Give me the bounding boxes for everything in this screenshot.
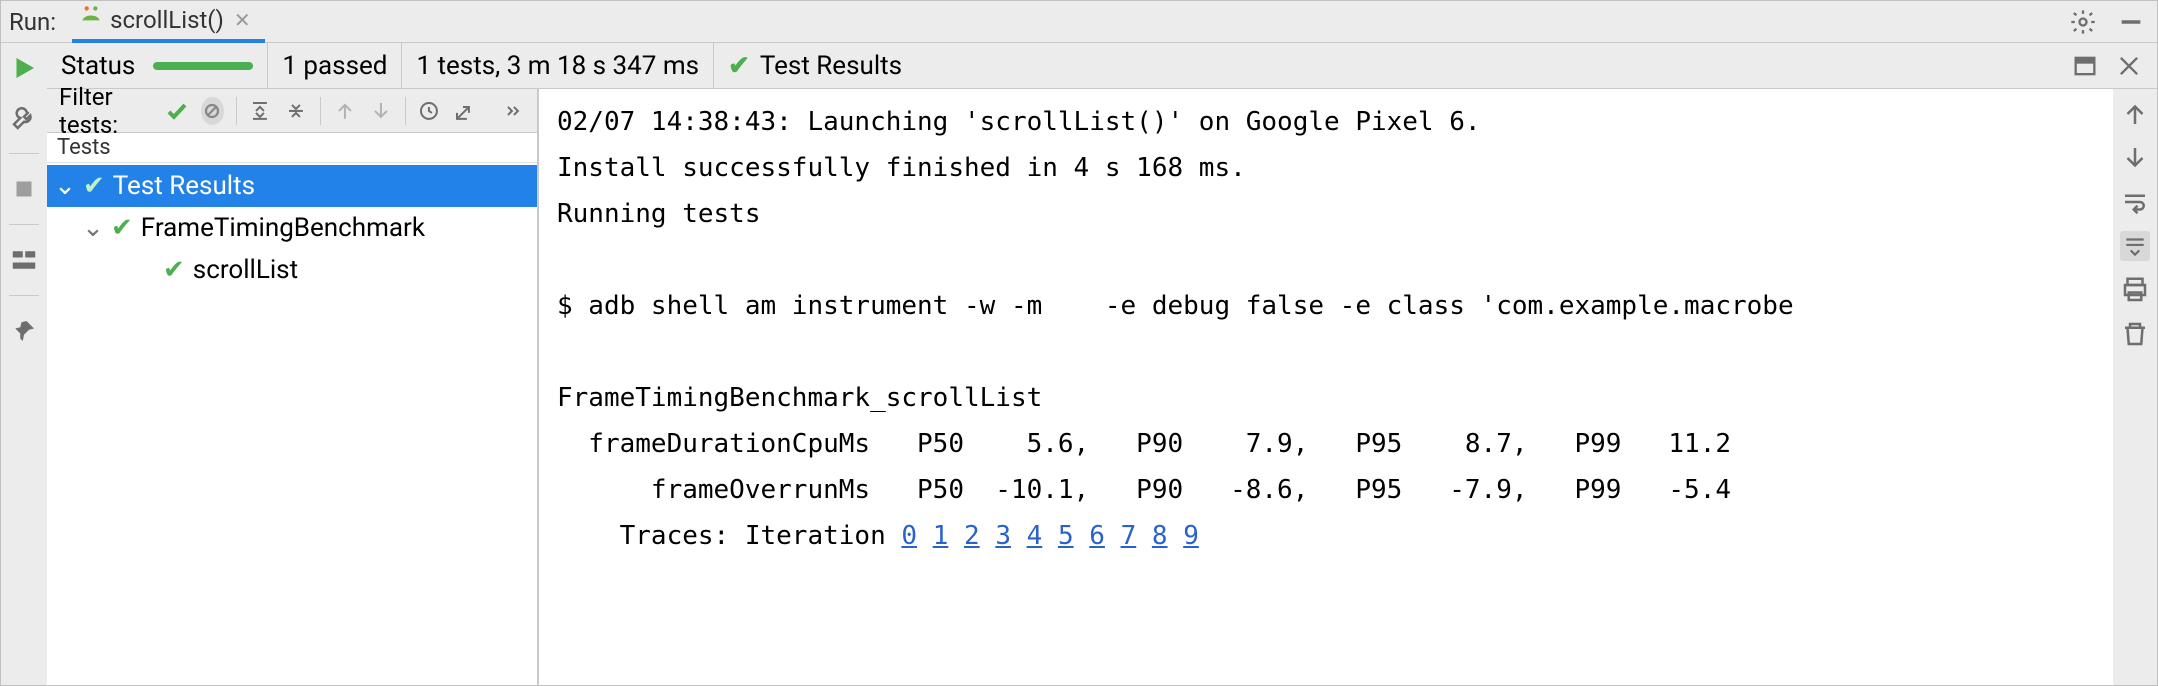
tree-node-label: Test Results [113,171,255,201]
expand-all-icon[interactable] [248,96,272,126]
trace-link[interactable]: 3 [995,521,1011,551]
output-pane: 02/07 14:38:43: Launching 'scrollList()'… [539,89,2157,685]
wrench-icon[interactable] [9,103,39,133]
filter-toolbar: Filter tests: [47,89,537,133]
prev-test-icon[interactable] [333,96,357,126]
trace-link[interactable]: 6 [1089,521,1105,551]
test-tree-pane: Filter tests: [47,89,537,685]
left-action-rail [1,43,47,685]
trace-link[interactable]: 1 [933,521,949,551]
status-progress [153,62,253,70]
test-tree[interactable]: ⌄ ✔ Test Results ⌄ ✔ FrameTimingBenchmar… [47,163,537,685]
layout-icon[interactable] [9,245,39,275]
print-icon[interactable] [2120,275,2150,305]
status-label: Status [61,51,135,81]
tree-node-label: scrollList [193,255,298,285]
status-summary: 1 tests, 3 m 18 s 347 ms [402,51,713,81]
trace-link[interactable]: 2 [964,521,980,551]
import-tests-icon[interactable] [453,96,477,126]
trace-link[interactable]: 4 [1027,521,1043,551]
next-test-icon[interactable] [369,96,393,126]
chevron-down-icon: ⌄ [83,213,103,243]
tab-scrolllist[interactable]: scrollList() ✕ [72,1,265,43]
soft-wrap-icon[interactable] [2120,187,2150,217]
check-icon: ✔ [163,255,185,285]
close-icon[interactable]: ✕ [234,8,251,32]
trace-link[interactable]: 8 [1152,521,1168,551]
tree-header: Tests [47,133,537,163]
window-icon[interactable] [2071,52,2099,80]
test-history-icon[interactable] [417,96,441,126]
trash-icon[interactable] [2120,319,2150,349]
scroll-to-end-icon[interactable] [2120,231,2150,261]
status-bar: Status 1 passed 1 tests, 3 m 18 s 347 ms… [47,43,2157,89]
run-label: Run: [9,8,56,36]
tree-node-label: FrameTimingBenchmark [141,213,425,243]
show-ignored-icon[interactable] [201,97,223,125]
tree-node-test[interactable]: ✔ scrollList [47,249,537,291]
run-panel: Run: scrollList() ✕ [0,0,2158,686]
close-output-icon[interactable] [2115,52,2143,80]
chevron-down-icon: ⌄ [55,171,75,201]
pin-icon[interactable] [9,316,39,346]
minimize-icon[interactable] [2117,8,2145,36]
tab-title: scrollList() [110,6,224,34]
trace-link[interactable]: 9 [1183,521,1199,551]
scroll-up-icon[interactable] [2120,99,2150,129]
console-rail [2113,89,2157,685]
show-passed-icon[interactable] [165,96,189,126]
status-passed: 1 passed [268,51,401,81]
stop-icon[interactable] [9,174,39,204]
gear-icon[interactable] [2069,8,2097,36]
console-output[interactable]: 02/07 14:38:43: Launching 'scrollList()'… [539,89,2113,685]
trace-link[interactable]: 5 [1058,521,1074,551]
check-icon: ✔ [83,171,105,201]
more-icon[interactable] [501,96,525,126]
tree-node-class[interactable]: ⌄ ✔ FrameTimingBenchmark [47,207,537,249]
tab-bar: Run: scrollList() ✕ [1,1,2157,43]
trace-link[interactable]: 0 [901,521,917,551]
trace-link[interactable]: 7 [1121,521,1137,551]
run-icon[interactable] [9,53,39,83]
status-results-title: Test Results [760,51,902,81]
tree-node-root[interactable]: ⌄ ✔ Test Results [47,165,537,207]
check-icon: ✔ [728,51,750,81]
scroll-down-icon[interactable] [2120,143,2150,173]
android-icon [78,3,104,36]
filter-label: Filter tests: [59,83,153,139]
collapse-all-icon[interactable] [284,96,308,126]
check-icon: ✔ [111,213,133,243]
